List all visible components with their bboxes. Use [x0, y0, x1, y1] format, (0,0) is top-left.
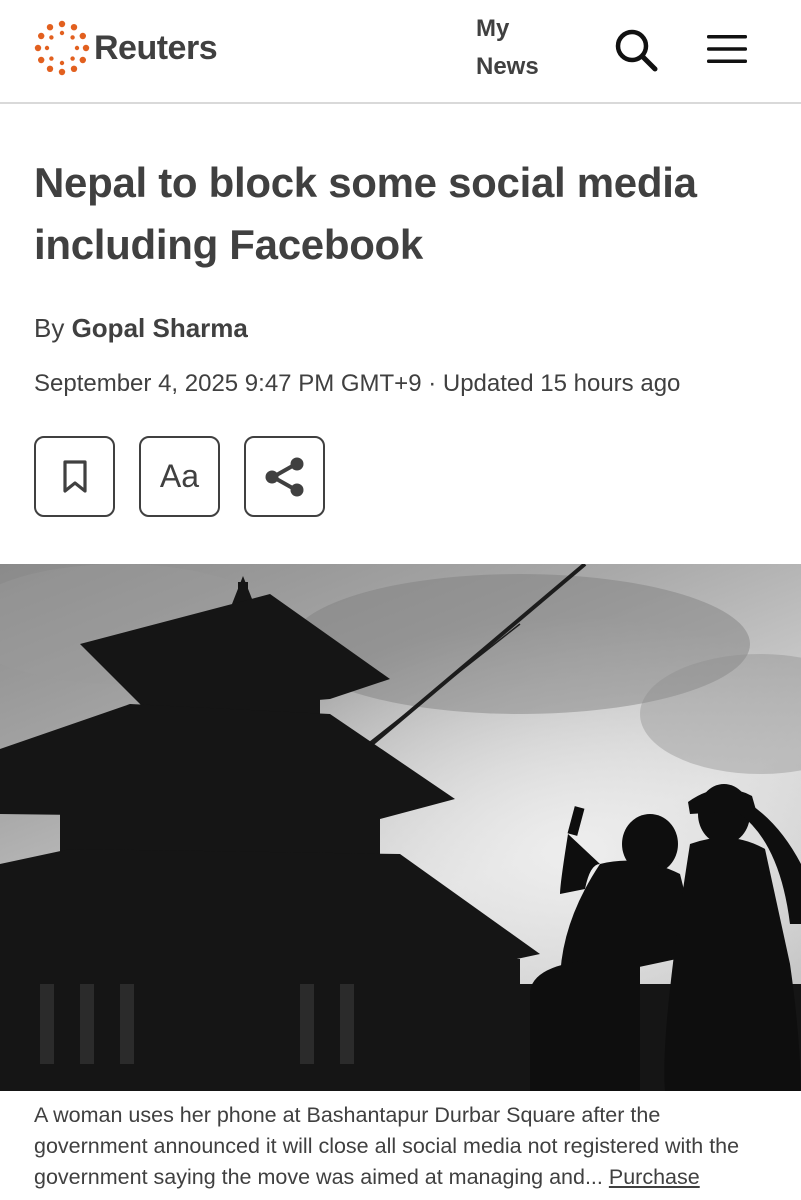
my-news-link[interactable]: My News [476, 10, 556, 86]
reuters-dot-ring-logo-icon [34, 20, 90, 76]
bookmark-icon [62, 459, 87, 493]
share-button[interactable] [244, 436, 325, 517]
bookmark-button[interactable] [34, 436, 115, 517]
hamburger-menu-icon [707, 35, 747, 63]
site-header: Reuters My News [0, 0, 801, 104]
my-news-label-line1: My [476, 15, 510, 42]
search-icon [615, 29, 658, 72]
byline-prefix: By [34, 313, 72, 343]
article-tools: Aa [34, 436, 325, 517]
my-news-label-line2: News [476, 53, 539, 80]
share-icon [265, 457, 303, 496]
text-size-label: Aa [159, 458, 200, 494]
byline: By Gopal Sharma [34, 308, 248, 348]
purchase-link[interactable]: Purchase [609, 1165, 700, 1189]
article-photo[interactable] [0, 564, 801, 1091]
photo-caption: A woman uses her phone at Bashantapur Du… [34, 1100, 774, 1193]
menu-button[interactable] [704, 28, 750, 70]
logo-text: Reuters [94, 28, 218, 67]
text-size-button[interactable]: Aa [139, 436, 220, 517]
reuters-logo[interactable]: Reuters [34, 20, 218, 76]
dateline: September 4, 2025 9:47 PM GMT+9 · Update… [34, 370, 681, 397]
temple-silhouette-photo [0, 564, 801, 1091]
author-link[interactable]: Gopal Sharma [72, 313, 248, 343]
article-headline: Nepal to block some social media includi… [34, 159, 697, 268]
search-button[interactable] [610, 24, 662, 76]
